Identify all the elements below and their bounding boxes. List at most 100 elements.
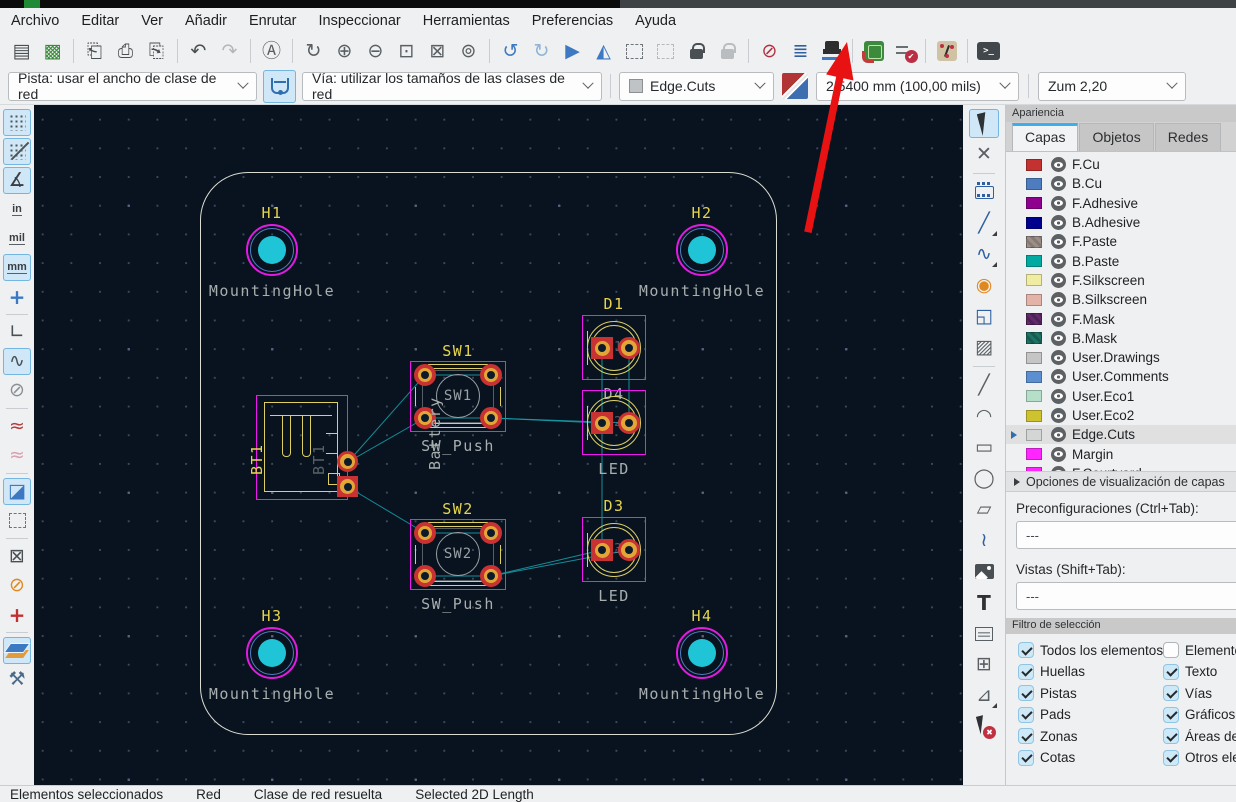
add-zone-button[interactable]: ◱ xyxy=(969,302,999,331)
units-inches-button[interactable]: in xyxy=(3,196,31,223)
layer-row-f.cu[interactable]: F.Cu xyxy=(1006,155,1236,174)
grid-visibility-button[interactable] xyxy=(3,109,31,136)
ungroup-button[interactable] xyxy=(651,37,680,66)
layer-color-swatch[interactable] xyxy=(1026,409,1042,422)
plot-button[interactable]: ⎘ xyxy=(142,37,171,66)
draw-arc-button[interactable]: ◠ xyxy=(969,402,999,431)
find-button[interactable]: Ⓐ xyxy=(257,37,286,66)
layer-color-swatch[interactable] xyxy=(1026,467,1042,471)
tab-objetos[interactable]: Objetos xyxy=(1079,123,1154,151)
layer-visibility-eye-icon[interactable] xyxy=(1051,369,1066,385)
layer-color-swatch[interactable] xyxy=(1026,313,1042,326)
zoom-out-button[interactable]: ⊖ xyxy=(361,37,390,66)
add-text-button[interactable]: T xyxy=(969,588,999,617)
layer-color-swatch[interactable] xyxy=(1026,370,1042,383)
layer-color-swatch[interactable] xyxy=(1026,216,1042,229)
zones-filled-button[interactable]: ◪ xyxy=(3,478,31,505)
layer-visibility-eye-icon[interactable] xyxy=(1051,446,1066,462)
layer-color-swatch[interactable] xyxy=(1026,428,1042,441)
layer-visibility-eye-icon[interactable] xyxy=(1051,408,1066,423)
layer-row-user.drawings[interactable]: User.Drawings xyxy=(1006,348,1236,367)
layer-visibility-eye-icon[interactable] xyxy=(1051,292,1066,308)
layer-row-user.eco2[interactable]: User.Eco2 xyxy=(1006,406,1236,425)
properties-manager-button[interactable]: ⚒ xyxy=(3,666,31,693)
refresh-view-button[interactable]: ↻ xyxy=(299,37,328,66)
checkbox[interactable] xyxy=(1163,749,1179,766)
layer-visibility-eye-icon[interactable] xyxy=(1051,311,1066,327)
select-tool-button[interactable] xyxy=(969,109,999,138)
checkbox[interactable] xyxy=(1018,728,1034,744)
layer-visibility-eye-icon[interactable] xyxy=(1051,234,1066,250)
highlight-local-ratsnest-button[interactable]: ✕ xyxy=(969,140,999,169)
page-settings-button[interactable]: ⎗ xyxy=(80,37,109,66)
menu-inspeccionar[interactable]: Inspeccionar xyxy=(308,8,412,34)
add-table-button[interactable]: ⊞ xyxy=(969,650,999,679)
layer-row-b.mask[interactable]: B.Mask xyxy=(1006,329,1236,348)
checkbox[interactable] xyxy=(1163,728,1179,744)
units-mm-button[interactable]: mm xyxy=(3,254,31,281)
draw-rectangle-button[interactable]: ▭ xyxy=(969,433,999,462)
layer-visibility-eye-icon[interactable] xyxy=(1051,388,1066,404)
checkbox[interactable] xyxy=(1163,642,1179,658)
ratsnest-visibility-button[interactable]: ∟ xyxy=(3,319,31,346)
add-rule-area-button[interactable]: ▨ xyxy=(969,333,999,362)
layer-row-b.adhesive[interactable]: B.Adhesive xyxy=(1006,213,1236,232)
polar-coordinates-button[interactable]: ∡ xyxy=(3,167,31,194)
add-textbox-button[interactable] xyxy=(969,619,999,648)
rotate-ccw-button[interactable]: ↺ xyxy=(496,37,525,66)
checkbox[interactable] xyxy=(1163,663,1179,680)
layer-row-user.eco1[interactable]: User.Eco1 xyxy=(1006,387,1236,406)
layer-row-f.adhesive[interactable]: F.Adhesive xyxy=(1006,194,1236,213)
draw-circle-button[interactable]: ◯ xyxy=(969,464,999,493)
unlock-button[interactable] xyxy=(713,37,742,66)
draw-bezier-button[interactable]: ≀ xyxy=(969,526,999,555)
layer-visibility-eye-icon[interactable] xyxy=(1051,176,1066,192)
layer-color-swatch[interactable] xyxy=(1026,235,1042,248)
add-footprint-button[interactable] xyxy=(969,178,999,207)
menu-ver[interactable]: Ver xyxy=(130,8,174,34)
layer-row-f.silkscreen[interactable]: F.Silkscreen xyxy=(1006,271,1236,290)
zoom-level-dropdown[interactable]: Zum 2,20 xyxy=(1038,71,1186,101)
update-pcb-from-schematic-button[interactable] xyxy=(859,37,888,66)
interactive-router-settings-button[interactable] xyxy=(932,37,961,66)
undo-button[interactable]: ↶ xyxy=(184,37,213,66)
add-dimension-button[interactable]: ⊿ xyxy=(969,681,999,710)
layer-color-swatch[interactable] xyxy=(1026,351,1042,364)
draw-polygon-button[interactable]: ▱ xyxy=(969,495,999,524)
tab-redes[interactable]: Redes xyxy=(1154,123,1222,151)
board-setup-button[interactable]: ▩ xyxy=(38,37,67,66)
zoom-fit-objects-button[interactable]: ⊠ xyxy=(423,37,452,66)
layer-visibility-eye-icon[interactable] xyxy=(1051,215,1066,231)
print-button[interactable]: ⎙ xyxy=(111,37,140,66)
layer-row-margin[interactable]: Margin xyxy=(1006,444,1236,463)
checkbox[interactable] xyxy=(1163,685,1179,701)
group-button[interactable] xyxy=(620,37,649,66)
footprint-mode-button[interactable] xyxy=(817,37,846,66)
layer-color-swatch[interactable] xyxy=(1026,274,1042,287)
menu-añadir[interactable]: Añadir xyxy=(174,8,238,34)
layer-color-swatch[interactable] xyxy=(1026,293,1042,306)
delete-tool-button[interactable] xyxy=(969,712,999,741)
layer-visibility-eye-icon[interactable] xyxy=(1051,465,1066,471)
net-highlight-mode-button[interactable]: ≈ xyxy=(3,442,31,469)
via-size-dropdown[interactable]: Vía: utilizar los tamaños de las clases … xyxy=(302,70,602,102)
design-rules-check-button[interactable] xyxy=(890,37,919,66)
save-button[interactable]: ▤ xyxy=(7,37,36,66)
layer-color-swatch[interactable] xyxy=(1026,332,1042,345)
checkbox[interactable] xyxy=(1018,642,1034,658)
checkbox[interactable] xyxy=(1018,749,1034,766)
pads-outline-mode-button[interactable]: + xyxy=(3,601,31,628)
zoom-selection-button[interactable]: ⊚ xyxy=(454,37,483,66)
tune-track-length-button[interactable]: ∿ xyxy=(969,240,999,269)
layer-visibility-eye-icon[interactable] xyxy=(1051,350,1066,366)
zones-outline-button[interactable] xyxy=(3,507,31,534)
layer-row-b.silkscreen[interactable]: B.Silkscreen xyxy=(1006,290,1236,309)
footprint-editor-button[interactable]: ⊘ xyxy=(755,37,784,66)
layer-row-edge.cuts[interactable]: Edge.Cuts xyxy=(1006,425,1236,445)
pcb-canvas[interactable]: H1 MountingHole H2 MountingHole H3 MountingHo… xyxy=(34,105,963,785)
checkbox[interactable] xyxy=(1018,685,1034,701)
footprints-outline-mode-button[interactable]: ⊠ xyxy=(3,543,31,570)
grid-size-dropdown[interactable]: 2,5400 mm (100,00 mils) xyxy=(816,71,1019,101)
layer-color-swatch[interactable] xyxy=(1026,197,1042,210)
layer-row-f.paste[interactable]: F.Paste xyxy=(1006,232,1236,251)
